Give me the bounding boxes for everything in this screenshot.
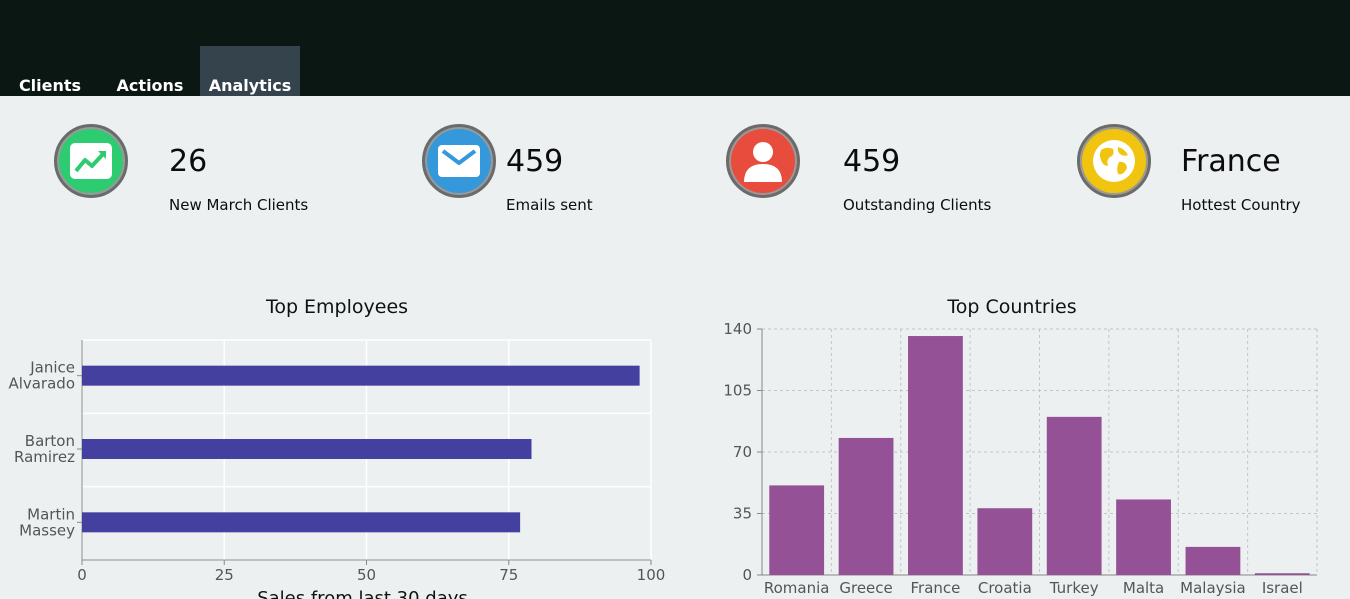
stat-outstanding-clients: 459 Outstanding Clients: [726, 124, 1026, 224]
user-icon: [744, 142, 782, 182]
y-tick-label: Martin Massey: [19, 505, 75, 539]
bar: [1254, 573, 1310, 575]
bar: [838, 437, 894, 575]
bar: [769, 485, 825, 575]
x-tick-label: Malaysia: [1180, 579, 1246, 597]
bar: [1116, 499, 1171, 575]
bar: [908, 336, 963, 575]
envelope-icon: [438, 145, 480, 177]
top-countries-chart: 0 35 70 105 140 Romania Greece France Croatia Tur…: [723, 320, 1318, 597]
stat-value: 459: [843, 144, 901, 179]
globe-icon: [1093, 140, 1135, 182]
y-tick-label: 0: [742, 566, 752, 584]
x-tick-label: Greece: [839, 579, 892, 597]
tab-clients[interactable]: Clients: [0, 46, 100, 96]
stat-icon-circle: [54, 124, 128, 198]
stat-new-clients: 26 New March Clients: [54, 124, 354, 224]
stat-icon-circle: [1077, 124, 1151, 198]
x-tick-label: 50: [357, 566, 376, 584]
y-tick-label: Janice Alvarado: [8, 359, 75, 393]
x-tick-label: France: [910, 579, 960, 597]
bar: [977, 508, 1033, 575]
top-nav-bar: Clients Actions Analytics: [0, 0, 1350, 96]
stat-label: New March Clients: [169, 196, 309, 214]
bar: [82, 365, 640, 386]
x-tick-label: 0: [77, 566, 87, 584]
stat-icon-circle: [422, 124, 496, 198]
tab-analytics[interactable]: Analytics: [200, 46, 300, 96]
x-tick-label: Croatia: [978, 579, 1032, 597]
bar: [1185, 546, 1241, 575]
stat-label: Hottest Country: [1181, 196, 1301, 214]
employees-chart-title: Top Employees: [265, 296, 409, 318]
x-tick-label: Turkey: [1049, 579, 1099, 597]
tab-actions[interactable]: Actions: [100, 46, 200, 96]
y-tick-label: Barton Ramirez: [14, 432, 75, 466]
bar: [1046, 416, 1102, 575]
x-tick-label: Malta: [1123, 579, 1164, 597]
stat-value: 459: [506, 144, 564, 179]
y-tick-label: 105: [723, 382, 752, 400]
stat-value: France: [1181, 144, 1281, 179]
stat-value: 26: [169, 144, 208, 179]
stat-label: Outstanding Clients: [843, 196, 992, 214]
y-tick-label: 35: [733, 505, 752, 523]
x-tick-label: 75: [499, 566, 518, 584]
x-tick-label: Israel: [1262, 579, 1303, 597]
stat-hottest-country: France Hottest Country: [1077, 124, 1347, 224]
bar: [82, 439, 532, 459]
y-tick-label: 70: [733, 443, 752, 461]
bar: [82, 512, 521, 533]
x-tick-label: 100: [637, 566, 666, 584]
stat-label: Emails sent: [506, 196, 593, 214]
stat-icon-circle: [726, 124, 800, 198]
trending-up-icon: [70, 143, 112, 179]
top-employees-chart: 0 25 50 75 100 Janice Alvarado Barton Ramirez Mar…: [8, 339, 666, 599]
stat-emails-sent: 459 Emails sent: [422, 124, 722, 224]
x-tick-label: 25: [215, 566, 234, 584]
countries-chart-title: Top Countries: [947, 296, 1077, 318]
x-axis-title: Sales from last 30 days: [257, 588, 468, 599]
x-tick-label: Romania: [764, 579, 830, 597]
y-tick-label: 140: [723, 320, 752, 338]
